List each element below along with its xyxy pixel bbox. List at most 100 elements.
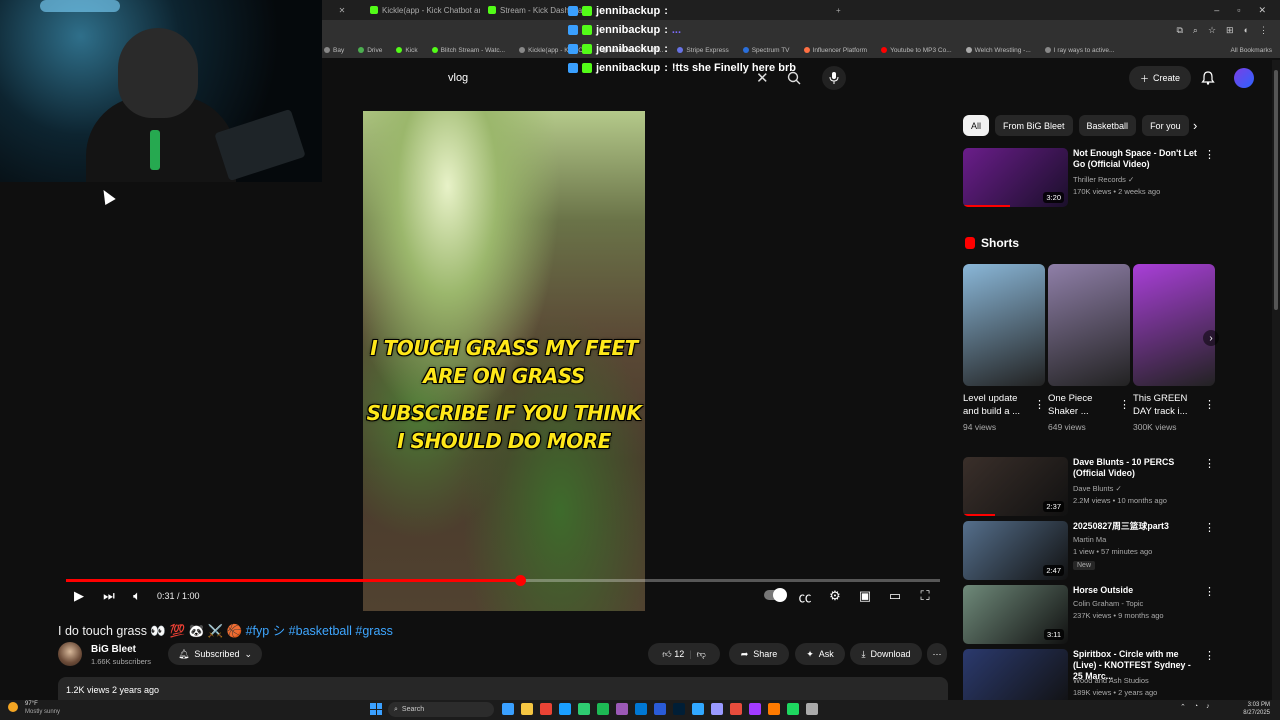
more-actions-button[interactable]: ⋯ — [927, 643, 947, 665]
bookmark-item[interactable]: Blitch Stream - Watc... — [431, 47, 505, 54]
taskbar-app-icon[interactable] — [711, 703, 723, 715]
taskbar-app-icon[interactable] — [749, 703, 761, 715]
maximize-icon[interactable]: ▫ — [1237, 5, 1240, 16]
share-button[interactable]: ➦ Share — [729, 643, 789, 665]
short-title[interactable]: Level update and build a ... — [963, 392, 1033, 418]
recommendation-channel[interactable]: Wood and Ash Studios — [1073, 676, 1149, 685]
theater-mode-icon[interactable]: ▭ — [887, 588, 903, 604]
play-icon[interactable]: ▶ — [71, 588, 87, 604]
search-input[interactable]: vlog — [448, 72, 468, 84]
bookmark-item[interactable]: Youtube to MP3 Co... — [881, 47, 952, 54]
short-thumbnail[interactable] — [1048, 264, 1130, 386]
fullscreen-icon[interactable]: ⛶ — [917, 588, 933, 604]
taskbar-app-icon[interactable] — [768, 703, 780, 715]
zoom-icon[interactable]: ⌕ — [1193, 25, 1198, 36]
address-bar[interactable]: ⧉ ⌕ ☆ ⊞ ◐ ⋮ — [322, 20, 1280, 42]
close-tab-icon[interactable]: ✕ — [322, 0, 362, 20]
bookmark-item[interactable]: Welch Wrestling -... — [965, 47, 1031, 54]
video-thumbnail[interactable]: 3:20 — [963, 148, 1068, 207]
voice-search-button[interactable] — [822, 66, 846, 90]
search-icon[interactable] — [786, 70, 802, 86]
network-icon[interactable]: ◔ — [1194, 703, 1198, 711]
video-thumbnail[interactable]: 2:37 — [963, 457, 1068, 516]
next-icon[interactable]: ⏭ — [101, 588, 117, 604]
scrollbar-thumb[interactable] — [1274, 70, 1278, 310]
recommendation-title[interactable]: 20250827周三篮球part3 — [1073, 521, 1197, 532]
page-scrollbar[interactable] — [1272, 60, 1280, 700]
taskbar-app-icon[interactable] — [502, 703, 514, 715]
video-thumbnail[interactable]: 2:47 — [963, 521, 1068, 580]
minimize-icon[interactable]: – — [1214, 5, 1219, 16]
taskbar-app-icon[interactable] — [806, 703, 818, 715]
bookmark-item[interactable]: Kick — [396, 47, 418, 54]
recommendation-channel[interactable]: Martin Ma — [1073, 535, 1106, 544]
all-bookmarks-button[interactable]: All Bookmarks — [1230, 47, 1280, 54]
ask-button[interactable]: ✦ Ask — [795, 643, 845, 665]
extensions-icon[interactable]: ⊞ — [1226, 25, 1234, 36]
taskbar-app-icon[interactable] — [730, 703, 742, 715]
captions-icon[interactable]: ㏄ — [797, 588, 813, 605]
recommendation-channel[interactable]: Thriller Records ✓ — [1073, 175, 1134, 184]
download-button[interactable]: ⤓ Download — [850, 643, 922, 665]
channel-avatar[interactable] — [58, 642, 82, 666]
taskbar-app-icon[interactable] — [654, 703, 666, 715]
taskbar-app-icon[interactable] — [673, 703, 685, 715]
short-thumbnail[interactable] — [963, 264, 1045, 386]
more-options-icon[interactable]: ⋮ — [1204, 398, 1215, 411]
recommendation-channel[interactable]: Colin Graham - Topic — [1073, 599, 1143, 608]
notifications-bell-icon[interactable] — [1200, 70, 1216, 86]
more-options-icon[interactable]: ⋮ — [1204, 585, 1215, 598]
filter-chip[interactable]: From BiG Bleet — [995, 115, 1073, 136]
bookmark-item[interactable]: Drive — [358, 47, 382, 54]
recommendation-item[interactable]: 3:20 Not Enough Space - Don't Let Go (Of… — [963, 148, 1217, 208]
filter-chip[interactable]: For you — [1142, 115, 1189, 136]
bookmark-item[interactable]: Bay — [324, 47, 344, 54]
recommendation-title[interactable]: Horse Outside — [1073, 585, 1197, 596]
short-item[interactable]: One Piece Shaker ... 649 views ⋮ — [1048, 264, 1130, 432]
shorts-next-arrow-icon[interactable]: › — [1203, 330, 1219, 346]
taskbar-app-icon[interactable] — [578, 703, 590, 715]
close-window-icon[interactable]: ✕ — [1258, 5, 1266, 16]
clear-search-icon[interactable]: ✕ — [756, 69, 769, 87]
subscribed-button[interactable]: 🔔︎ Subscribed ⌄ — [168, 643, 262, 665]
more-options-icon[interactable]: ⋮ — [1034, 398, 1045, 411]
star-icon[interactable]: ☆ — [1208, 25, 1216, 36]
more-options-icon[interactable]: ⋮ — [1119, 398, 1130, 411]
taskbar-app-icon[interactable] — [559, 703, 571, 715]
taskbar-app-icon[interactable] — [597, 703, 609, 715]
like-button[interactable]: 👍︎ 12 — [662, 649, 684, 660]
windows-start-icon[interactable] — [370, 703, 382, 715]
short-title[interactable]: One Piece Shaker ... — [1048, 392, 1118, 418]
video-player[interactable]: I TOUCH GRASS MY FEET ARE ON GRASS SUBSC… — [363, 111, 645, 611]
taskbar-search[interactable]: ⌕ Search — [388, 702, 494, 717]
miniplayer-icon[interactable]: ▣ — [857, 588, 873, 604]
taskbar-app-icon[interactable] — [692, 703, 704, 715]
more-options-icon[interactable]: ⋮ — [1204, 521, 1215, 534]
dislike-icon[interactable]: 👎︎ — [697, 649, 706, 660]
taskbar-app-icon[interactable] — [635, 703, 647, 715]
taskbar-app-icon[interactable] — [540, 703, 552, 715]
filter-chip[interactable]: Basketball — [1078, 115, 1137, 136]
profile-icon[interactable]: ◐ — [1244, 25, 1249, 36]
chevron-up-icon[interactable]: ⌃ — [1180, 703, 1186, 711]
channel-name[interactable]: BiG Bleet — [91, 644, 136, 655]
video-thumbnail[interactable]: 3:11 — [963, 585, 1068, 644]
more-options-icon[interactable]: ⋮ — [1204, 457, 1215, 470]
install-icon[interactable]: ⧉ — [1176, 25, 1182, 36]
new-tab-button[interactable]: + — [828, 0, 858, 20]
bookmark-item[interactable]: I ray ways to active... — [1044, 47, 1114, 54]
system-clock[interactable]: 3:03 PM 8/27/2025 — [1240, 701, 1270, 717]
short-thumbnail[interactable] — [1133, 264, 1215, 386]
filter-chip[interactable]: All — [963, 115, 990, 136]
autoplay-toggle[interactable] — [764, 588, 787, 602]
short-item[interactable]: This GREEN DAY track i... 300K views ⋮ — [1133, 264, 1215, 432]
video-progress-bar[interactable] — [66, 575, 940, 586]
recommendation-item[interactable]: 2:37 Dave Blunts - 10 PERCS (Official Vid… — [963, 457, 1217, 517]
taskbar-app-icon[interactable] — [787, 703, 799, 715]
bookmark-item[interactable]: Influencer Platform — [803, 47, 867, 54]
search-box[interactable]: vlog ✕ — [438, 66, 812, 90]
short-item[interactable]: Level update and build a ... 94 views ⋮ — [963, 264, 1045, 432]
taskbar-app-icon[interactable] — [521, 703, 533, 715]
account-avatar[interactable] — [1234, 68, 1254, 88]
chevron-right-icon[interactable]: › — [1193, 118, 1197, 133]
